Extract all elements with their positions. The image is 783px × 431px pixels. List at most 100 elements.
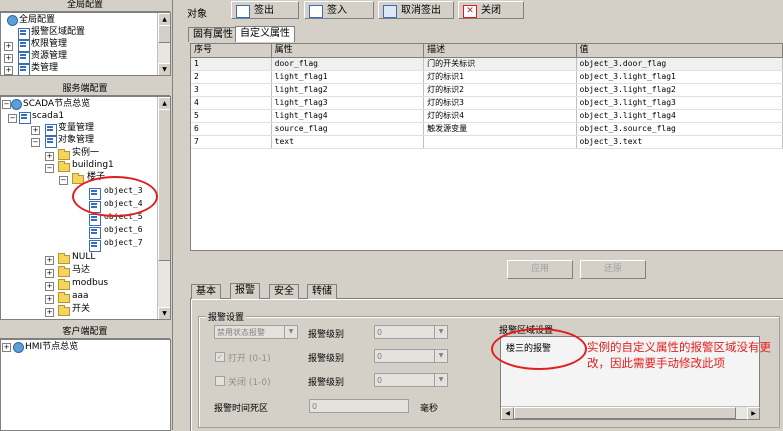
collapse-icon[interactable]: −	[8, 114, 17, 123]
tree-item-permission[interactable]: 权限管理	[31, 38, 67, 50]
tree-item-variable-mgmt[interactable]: 变量管理	[58, 122, 94, 134]
alarm-level-select-3[interactable]: 0 ▼	[374, 373, 448, 387]
tree-item-resource[interactable]: 资源管理	[31, 50, 67, 62]
expand-icon[interactable]: +	[31, 126, 40, 135]
cell-attr: light_flag4	[271, 109, 425, 123]
scroll-left-icon[interactable]: ◀	[501, 407, 514, 420]
open-alarm-checkbox[interactable]: ✓	[215, 352, 225, 362]
tree-item-object-4[interactable]: object_4	[104, 198, 143, 210]
tree-item-object-5[interactable]: object_5	[104, 211, 143, 223]
node-icon	[19, 112, 31, 124]
apply-button[interactable]: 应用	[507, 260, 573, 279]
collapse-icon[interactable]: −	[45, 164, 54, 173]
scroll-thumb[interactable]	[158, 25, 170, 43]
expand-icon[interactable]: +	[45, 282, 54, 291]
global-scrollbar[interactable]: ▲ ▼	[157, 13, 170, 75]
table-row[interactable]: 6 source_flag 触发源变量 object_3.source_flag	[191, 122, 783, 136]
list-item[interactable]: 楼三的报警	[506, 341, 551, 354]
expand-icon[interactable]: +	[4, 42, 13, 51]
alarm-level-select-2[interactable]: 0 ▼	[374, 349, 448, 363]
tree-item-object-3[interactable]: object_3	[104, 185, 143, 197]
folder-icon	[58, 292, 70, 303]
table-row[interactable]: 5 light_flag4 灯的标识4 object_3.light_flag4	[191, 109, 783, 123]
expand-icon[interactable]: +	[45, 269, 54, 278]
expand-icon[interactable]: +	[4, 66, 13, 75]
alarm-level-label: 报警级别	[308, 330, 345, 340]
alarm-level-select-1[interactable]: 0 ▼	[374, 325, 448, 339]
scroll-thumb[interactable]	[158, 109, 170, 261]
deadzone-label: 报警时间死区	[214, 404, 269, 414]
tree-item-floor[interactable]: 楼子	[87, 171, 105, 183]
expand-icon[interactable]: +	[45, 295, 54, 304]
close-button[interactable]: ✕ 关闭	[458, 1, 524, 19]
tree-item-null[interactable]: NULL	[72, 251, 95, 263]
attributes-grid: 序号 属性 描述 值 1 door_flag 门的开关标识 object_3.d…	[190, 43, 783, 251]
scroll-thumb[interactable]	[514, 407, 736, 419]
tree-item-motor[interactable]: 马达	[72, 264, 90, 276]
cell-attr: light_flag3	[271, 96, 425, 110]
network-icon	[13, 342, 24, 353]
col-header-value[interactable]: 值	[576, 44, 783, 58]
tree-item-scada1[interactable]: scada1	[32, 110, 64, 122]
table-row[interactable]: 7 text object_3.text	[191, 135, 783, 149]
table-row[interactable]: 3 light_flag2 灯的标识2 object_3.light_flag2	[191, 83, 783, 97]
checkout-button[interactable]: 签出	[231, 1, 299, 19]
cell-desc	[423, 135, 577, 149]
tree-item-object-6[interactable]: object_6	[104, 224, 143, 236]
horizontal-scrollbar[interactable]: ◀ ▶	[501, 406, 760, 420]
annotation-text: 实例的自定义属性的报警区域没有更改，因此需要手动修改此项	[587, 340, 771, 370]
tab-alarm[interactable]: 报警	[230, 283, 260, 299]
tab-dump[interactable]: 转储	[307, 284, 337, 299]
chevron-down-icon: ▼	[284, 326, 297, 338]
restore-button[interactable]: 还原	[580, 260, 646, 279]
expand-icon[interactable]: +	[4, 54, 13, 63]
scroll-right-icon[interactable]: ▶	[747, 407, 760, 420]
folder-icon	[58, 266, 70, 277]
expand-icon[interactable]: +	[2, 343, 11, 352]
server-scrollbar[interactable]: ▲ ▼	[157, 97, 170, 319]
tree-item-instance1[interactable]: 实例一	[72, 147, 99, 159]
table-row[interactable]: 2 light_flag1 灯的标识1 object_3.light_flag1	[191, 70, 783, 84]
client-config-title: 客户端配置	[0, 327, 170, 339]
cell-value: object_3.door_flag	[576, 57, 783, 71]
tab-basic[interactable]: 基本	[191, 284, 221, 299]
tree-item-building1[interactable]: building1	[72, 159, 114, 171]
deadzone-input[interactable]: 0	[309, 399, 409, 413]
global-root[interactable]: 全局配置	[19, 14, 55, 26]
chevron-down-icon: ▼	[434, 374, 447, 386]
collapse-icon[interactable]: −	[31, 138, 40, 147]
tree-item-hmi-overview[interactable]: HMI节点总览	[25, 341, 78, 353]
cancel-checkout-button[interactable]: 取消签出	[378, 1, 454, 19]
tab-security[interactable]: 安全	[269, 284, 299, 299]
tree-item-aaa[interactable]: aaa	[72, 290, 89, 302]
tab-custom-attrs[interactable]: 自定义属性	[235, 26, 295, 42]
tree-item-modbus[interactable]: modbus	[72, 277, 108, 289]
scroll-down-icon[interactable]: ▼	[158, 63, 170, 75]
table-row[interactable]: 1 door_flag 门的开关标识 object_3.door_flag	[191, 57, 783, 71]
tree-item-scada-overview[interactable]: SCADA节点总览	[23, 98, 90, 110]
col-header-desc[interactable]: 描述	[423, 44, 577, 58]
tab-builtin-attrs[interactable]: 固有属性	[188, 27, 238, 42]
col-header-index[interactable]: 序号	[191, 44, 272, 58]
tree-item-alarm-area[interactable]: 报警区域配置	[31, 26, 85, 38]
collapse-icon[interactable]: −	[2, 100, 11, 109]
variable-icon	[45, 124, 57, 136]
expand-icon[interactable]: +	[45, 152, 54, 161]
alarm-status-select[interactable]: 禁用状态报警 ▼	[214, 325, 298, 339]
collapse-icon[interactable]: −	[59, 176, 68, 185]
folder-icon	[58, 149, 70, 160]
expand-icon[interactable]: +	[45, 256, 54, 265]
checkin-button[interactable]: 签入	[304, 1, 374, 19]
col-header-attr[interactable]: 属性	[271, 44, 425, 58]
expand-icon[interactable]: +	[45, 308, 54, 317]
object-mgmt-icon	[45, 136, 57, 148]
tree-item-object-7[interactable]: object_7	[104, 237, 143, 249]
scroll-down-icon[interactable]: ▼	[158, 307, 170, 319]
table-row[interactable]: 4 light_flag3 灯的标识3 object_3.light_flag3	[191, 96, 783, 110]
cell-value: object_3.light_flag3	[576, 96, 783, 110]
close-alarm-checkbox[interactable]	[215, 376, 225, 386]
network-icon	[11, 99, 22, 110]
tree-item-class[interactable]: 类管理	[31, 62, 58, 74]
tree-item-switch[interactable]: 开关	[72, 303, 90, 315]
tree-item-object-mgmt[interactable]: 对象管理	[58, 134, 94, 146]
